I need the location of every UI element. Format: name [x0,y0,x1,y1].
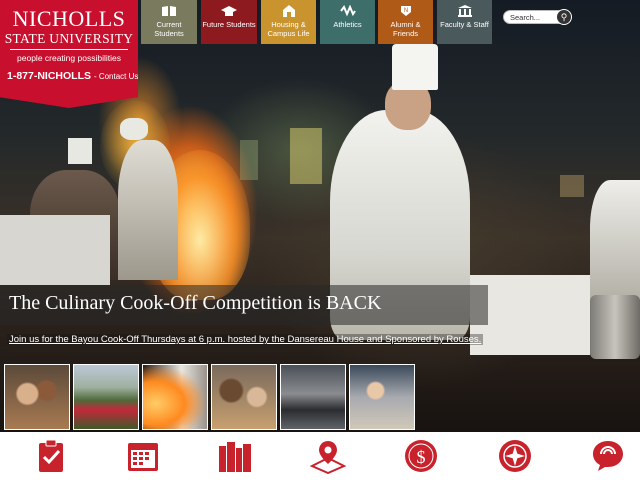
calendar-icon[interactable] [125,438,161,474]
culinary-chef-photo[interactable] [142,364,208,430]
hero-window-light [240,140,258,180]
university-logo[interactable]: NICHOLLS STATE UNIVERSITY people creatin… [0,0,138,108]
students-group-photo[interactable] [211,364,277,430]
contact-us-link[interactable]: - Contact Us [94,72,138,81]
nav-label: Future Students [202,20,256,29]
house-icon [282,5,295,17]
alumni-crest-icon: N [400,6,411,16]
map-pin-icon[interactable] [310,438,346,474]
nav-faculty-staff[interactable]: Faculty & Staff [437,0,492,44]
nav-label: Alumni & Friends [390,20,421,38]
search-icon[interactable]: ⚲ [556,9,572,25]
computer-lab-photo[interactable] [280,364,346,430]
nav-alumni-friends[interactable]: N Alumni & Friends [378,0,433,44]
building-icon [457,5,472,17]
nav-label: Athletics [333,20,362,29]
nav-label: Housing & Campus Life [267,20,310,38]
hero-headline[interactable]: The Culinary Cook-Off Competition is BAC… [9,292,381,315]
campus-garden-photo[interactable] [73,364,139,430]
clipboard-icon[interactable] [33,438,69,474]
students-photo[interactable] [4,364,70,430]
athletics-logo-icon [339,5,356,17]
hero-chef-hat [120,118,148,140]
hero-table [0,215,110,285]
library-books-icon[interactable] [217,438,253,474]
hero-pot [590,295,640,359]
graduation-cap-icon [221,6,237,16]
cooking-class-photo[interactable] [349,364,415,430]
quicklinks-bar: $ [0,432,640,480]
book-icon [162,6,176,16]
svg-text:N: N [403,8,407,14]
nav-label: Faculty & Staff [440,20,489,29]
hero-chef-hat [68,138,92,164]
thumbnail-strip [4,364,415,432]
nav-future-students[interactable]: Future Students [201,0,257,44]
nav-housing-campus-life[interactable]: Housing & Campus Life [261,0,316,44]
logo-tagline: people creating possibilities [17,53,121,63]
nav-current-students[interactable]: Current Students [141,0,197,44]
compass-icon[interactable] [497,438,533,474]
logo-subtitle: STATE UNIVERSITY [4,31,134,46]
logo-divider [10,49,128,50]
hero-window-light [290,128,322,184]
svg-text:$: $ [417,447,426,467]
dollar-seal-icon[interactable]: $ [403,438,439,474]
hero-subline-link[interactable]: Join us for the Bayou Cook-Off Thursdays… [7,334,484,345]
phone-contact[interactable]: 1-877-NICHOLLS - Contact Us [7,70,138,82]
hero-table [470,275,590,355]
hero-chef-figure [590,180,640,300]
hero-chef-hat [392,44,438,90]
phone-number[interactable]: 1-877-NICHOLLS [7,70,91,82]
speech-bubble-icon[interactable] [590,438,626,474]
nav-label: Current Students [154,20,184,38]
hero-window-light [560,175,584,197]
nav-athletics[interactable]: Athletics [320,0,375,44]
logo-name: NICHOLLS [12,6,126,31]
hero-chef-figure [118,140,178,280]
